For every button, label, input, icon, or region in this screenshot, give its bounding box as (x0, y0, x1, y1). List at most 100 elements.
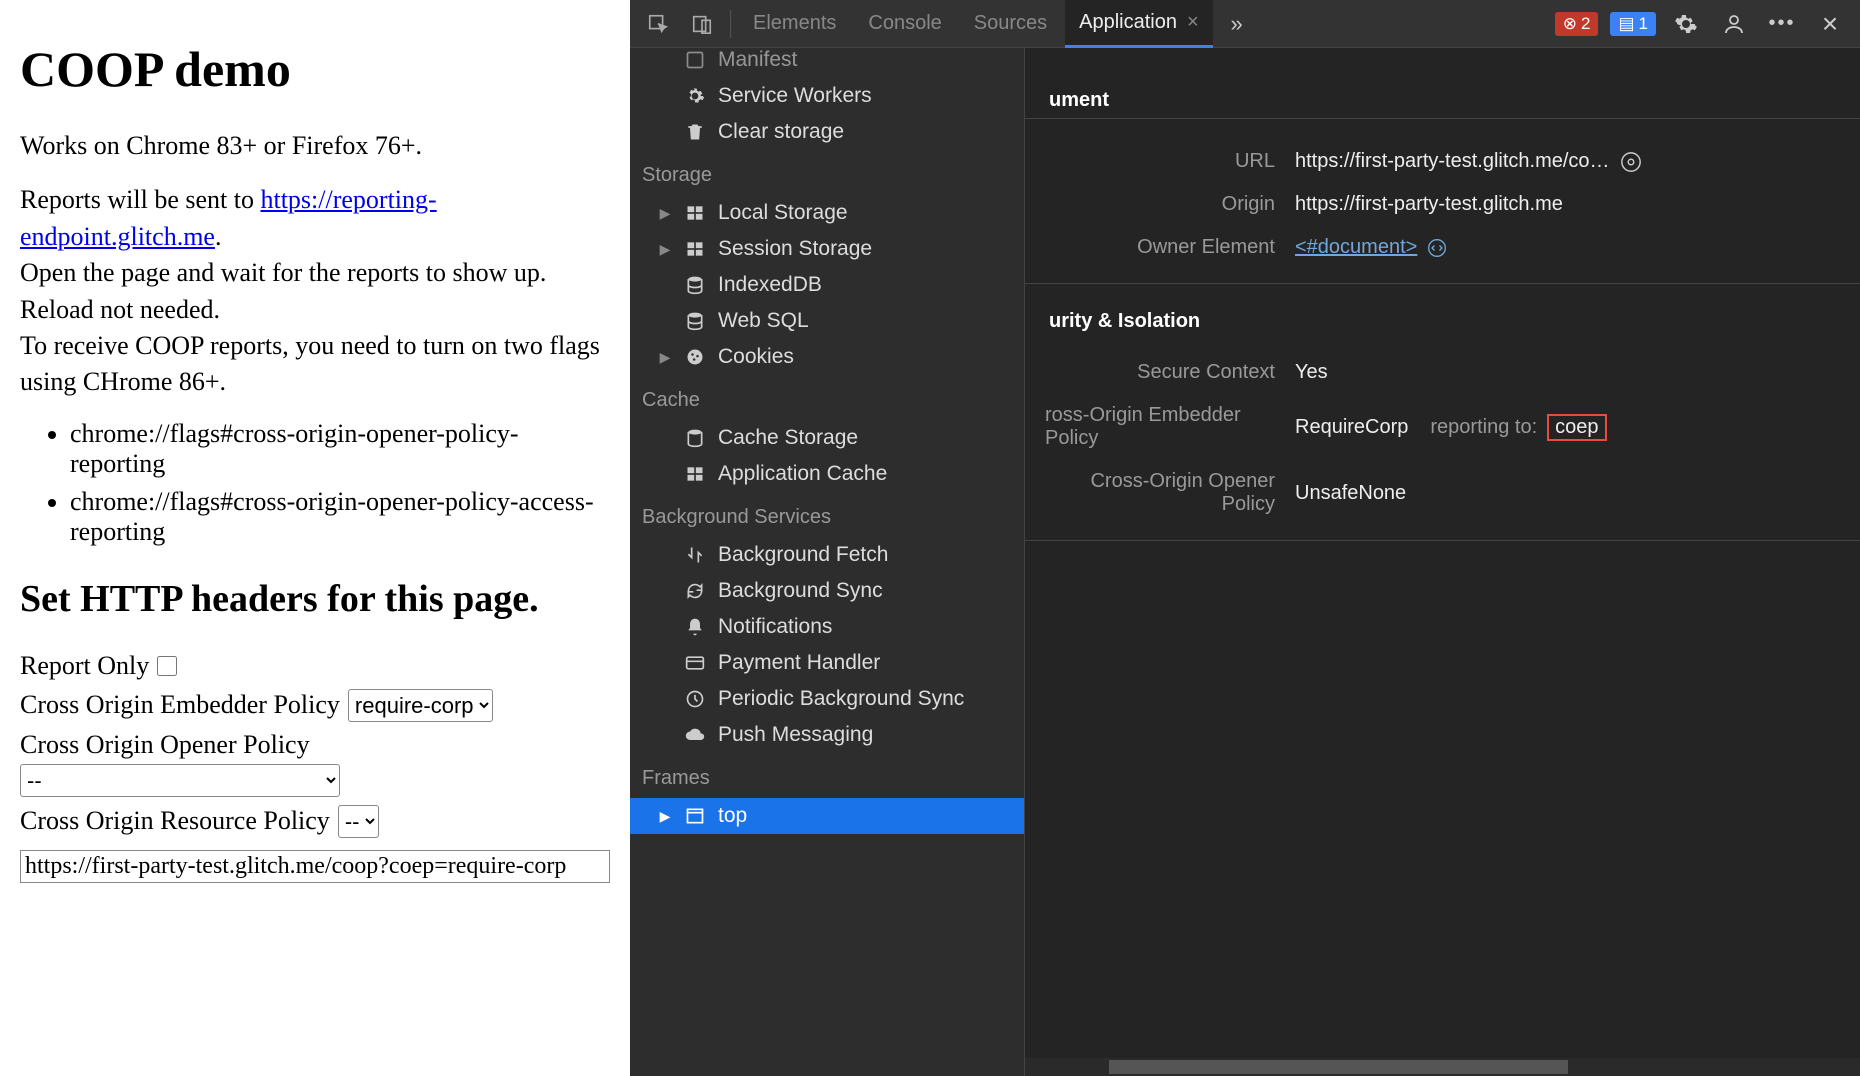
settings-icon[interactable] (1670, 8, 1702, 40)
coep-label: Cross Origin Embedder Policy (20, 690, 340, 720)
tab-console[interactable]: Console (854, 0, 955, 48)
owner-value[interactable]: <#document> (1295, 236, 1840, 259)
sidebar-item-service-workers[interactable]: Service Workers (630, 78, 1024, 114)
owner-label: Owner Element (1045, 236, 1275, 259)
sidebar-item-cache-storage[interactable]: Cache Storage (630, 420, 1024, 456)
manifest-icon (684, 49, 706, 71)
url-label: URL (1045, 150, 1275, 173)
reports-paragraph: Reports will be sent to https://reportin… (20, 182, 610, 400)
row-coep: ross-Origin Embedder Policy RequireCorp … (1045, 394, 1840, 460)
row-coop: Cross-Origin Opener Policy UnsafeNone (1045, 460, 1840, 526)
tab-elements[interactable]: Elements (739, 0, 850, 48)
url-row (20, 846, 610, 883)
card-icon (684, 652, 706, 674)
coop-label: Cross-Origin Opener Policy (1045, 470, 1275, 516)
cache-group-title: Cache (630, 375, 1024, 420)
row-secure-context: Secure Context Yes (1045, 351, 1840, 394)
coop-select[interactable]: -- (20, 764, 340, 797)
sidebar-item-periodic-sync[interactable]: Periodic Background Sync (630, 681, 1024, 717)
devtools-panel: Elements Console Sources Application× » … (630, 0, 1860, 1076)
p4: To receive COOP reports, you need to tur… (20, 331, 600, 396)
origin-value: https://first-party-test.glitch.me (1295, 193, 1840, 216)
sidebar-item-frame-top[interactable]: ▶ top (630, 798, 1024, 834)
transfer-icon (684, 544, 706, 566)
account-icon[interactable] (1718, 8, 1750, 40)
sidebar-item-indexeddb[interactable]: IndexedDB (630, 267, 1024, 303)
close-icon[interactable]: × (1187, 11, 1199, 34)
webpage-content: COOP demo Works on Chrome 83+ or Firefox… (0, 0, 630, 1076)
label: Cookies (718, 345, 794, 369)
database-icon (684, 274, 706, 296)
generated-url-input[interactable] (20, 850, 610, 883)
label: Web SQL (718, 309, 809, 333)
caret-icon: ▶ (658, 241, 672, 258)
sidebar-item-payment[interactable]: Payment Handler (630, 645, 1024, 681)
sidebar-item-notifications[interactable]: Notifications (630, 609, 1024, 645)
row-url: URL https://first-party-test.glitch.me/c… (1045, 140, 1840, 183)
sidebar-item-push[interactable]: Push Messaging (630, 717, 1024, 753)
headers-heading: Set HTTP headers for this page. (20, 577, 610, 621)
storage-group-title: Storage (630, 150, 1024, 195)
corp-row: Cross Origin Resource Policy -- (20, 805, 610, 838)
caret-icon: ▶ (658, 205, 672, 222)
sidebar-item-session-storage[interactable]: ▶ Session Storage (630, 231, 1024, 267)
label: Session Storage (718, 237, 872, 261)
inspect-element-icon[interactable] (644, 10, 672, 38)
section-security: urity & Isolation (1045, 292, 1840, 351)
label: Payment Handler (718, 651, 880, 675)
label: Cache Storage (718, 426, 858, 450)
trash-icon (684, 121, 706, 143)
secctx-value: Yes (1295, 361, 1840, 384)
label: Service Workers (718, 84, 872, 108)
cookie-icon (684, 346, 706, 368)
row-origin: Origin https://first-party-test.glitch.m… (1045, 183, 1840, 226)
horizontal-scrollbar[interactable] (1025, 1058, 1860, 1076)
caret-icon: ▶ (658, 349, 672, 366)
row-owner: Owner Element <#document> (1045, 226, 1840, 269)
sidebar-item-local-storage[interactable]: ▶ Local Storage (630, 195, 1024, 231)
message-count-badge[interactable]: ▤1 (1610, 12, 1656, 36)
sidebar-item-bg-fetch[interactable]: Background Fetch (630, 537, 1024, 573)
bell-icon (684, 616, 706, 638)
origin-label: Origin (1045, 193, 1275, 216)
window-icon (684, 805, 706, 827)
devtools-tabbar: Elements Console Sources Application× » … (630, 0, 1860, 48)
coop-select-row: -- (20, 764, 610, 797)
label: Background Fetch (718, 543, 888, 567)
sidebar-item-clear-storage[interactable]: Clear storage (630, 114, 1024, 150)
report-only-row: Report Only (20, 651, 610, 681)
reveal-icon[interactable] (1620, 151, 1642, 173)
reports-prefix: Reports will be sent to (20, 185, 260, 214)
devtools-body: Manifest Service Workers Clear storage S… (630, 48, 1860, 1076)
report-only-label: Report Only (20, 651, 149, 681)
label: Manifest (718, 48, 797, 72)
report-only-checkbox[interactable] (157, 656, 177, 676)
kebab-menu-icon[interactable]: ••• (1766, 8, 1798, 40)
more-tabs-icon[interactable]: » (1223, 10, 1251, 38)
corp-label: Cross Origin Resource Policy (20, 806, 330, 836)
message-icon: ▤ (1618, 14, 1634, 34)
database-icon (684, 427, 706, 449)
clock-icon (684, 688, 706, 710)
corp-select[interactable]: -- (338, 805, 379, 838)
label: top (718, 804, 747, 828)
device-toolbar-icon[interactable] (688, 10, 716, 38)
error-count-badge[interactable]: ⊗2 (1555, 12, 1599, 36)
label: Background Sync (718, 579, 883, 603)
table-icon (684, 463, 706, 485)
sidebar-item-cookies[interactable]: ▶ Cookies (630, 339, 1024, 375)
sidebar-item-bg-sync[interactable]: Background Sync (630, 573, 1024, 609)
coep-select[interactable]: require-corp (348, 689, 493, 722)
sidebar-item-websql[interactable]: Web SQL (630, 303, 1024, 339)
label: Push Messaging (718, 723, 873, 747)
flags-list: chrome://flags#cross-origin-opener-polic… (70, 419, 610, 547)
sidebar-item-manifest[interactable]: Manifest (630, 48, 1024, 78)
close-devtools-icon[interactable]: × (1814, 8, 1846, 40)
label: Local Storage (718, 201, 848, 225)
label: Application Cache (718, 462, 887, 486)
tab-sources[interactable]: Sources (960, 0, 1061, 48)
tab-application[interactable]: Application× (1065, 0, 1213, 48)
sidebar-item-application-cache[interactable]: Application Cache (630, 456, 1024, 492)
coop-value: UnsafeNone (1295, 482, 1840, 505)
page-title: COOP demo (20, 40, 610, 98)
